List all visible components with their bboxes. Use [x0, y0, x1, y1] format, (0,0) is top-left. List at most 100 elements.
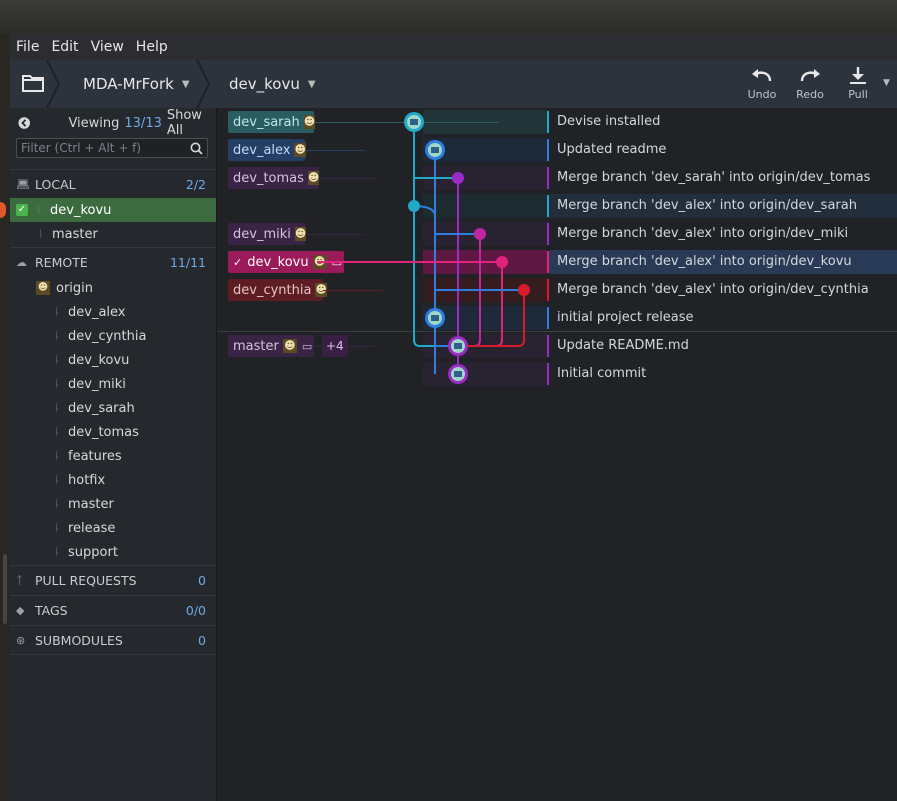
- commit-message: Merge branch 'dev_alex' into origin/dev_…: [557, 198, 857, 213]
- tags-count: 0/0: [185, 602, 206, 618]
- show-all-link[interactable]: Show All: [167, 108, 216, 138]
- remote-branch-item[interactable]: ᚿ dev_kovu: [10, 348, 216, 372]
- pull-requests-section-header[interactable]: ᛏ PULL REQUESTS 0: [10, 565, 216, 594]
- viewing-count: 13/13: [124, 115, 162, 131]
- remote-branch-item[interactable]: ᚿ dev_cynthia: [10, 324, 216, 348]
- branch-ref-label[interactable]: dev_cynthia ☻: [228, 279, 327, 301]
- ref-name: dev_cynthia: [233, 282, 312, 298]
- branch-color-bar: [547, 251, 549, 273]
- ref-name: dev_kovu: [247, 254, 309, 270]
- pull-options-chevron-icon[interactable]: ▼: [883, 78, 890, 88]
- search-icon[interactable]: [190, 142, 203, 155]
- commit-graph: Devise installed Updated readme Merge bran…: [217, 108, 897, 801]
- commit-row[interactable]: Initial commit: [217, 360, 897, 388]
- remote-branch-item[interactable]: ᚿ release: [10, 516, 216, 540]
- branch-color-bar: [547, 195, 549, 217]
- viewing-header: Viewing 13/13 Show All: [10, 108, 216, 138]
- ref-name: dev_alex: [233, 142, 291, 158]
- branch-ref-label[interactable]: master ☻ ▭: [228, 335, 314, 357]
- branch-ref-label[interactable]: ✓ dev_kovu ☻ ▭: [228, 251, 344, 273]
- branch-icon: ᚿ: [54, 354, 60, 366]
- filter-box: [16, 138, 208, 158]
- branch-ref-label[interactable]: dev_miki ☻: [228, 223, 307, 245]
- remote-branch-label: dev_cynthia: [68, 328, 147, 344]
- desktop-left-strip: [0, 34, 10, 801]
- undo-icon: [752, 69, 772, 82]
- remote-count: 11/11: [169, 254, 206, 270]
- chevron-down-icon: ▼: [307, 78, 316, 90]
- remote-branch-item[interactable]: ᚿ dev_sarah: [10, 396, 216, 420]
- remote-branch-item[interactable]: ᚿ support: [10, 540, 216, 564]
- cloud-icon: ☁: [16, 255, 27, 269]
- sidebar: Viewing 13/13 Show All 💻︎ LOCAL 2/2 ✓ ᚿ …: [10, 108, 217, 801]
- ref-connector: [323, 290, 383, 291]
- commit-row-highlight: [423, 138, 547, 162]
- commit-message: Updated readme: [557, 142, 667, 157]
- commit-row-highlight: [423, 362, 547, 386]
- branch-icon: ᚿ: [38, 228, 44, 240]
- more-refs-badge[interactable]: +4: [322, 335, 348, 357]
- local-branch-label: dev_kovu: [50, 202, 112, 218]
- filter-input[interactable]: [21, 139, 181, 157]
- local-label: LOCAL: [35, 176, 76, 192]
- commit-row[interactable]: Merge branch 'dev_alex' into origin/dev_…: [217, 192, 897, 220]
- repo-selector[interactable]: MDA-MrFork ▼: [83, 60, 190, 108]
- commit-message: Merge branch 'dev_sarah' into origin/dev…: [557, 170, 871, 185]
- tags-section-header[interactable]: ◆ TAGS 0/0: [10, 595, 216, 624]
- remote-origin[interactable]: ☻ origin: [10, 276, 216, 300]
- submodules-section-header[interactable]: ⊛ SUBMODULES 0: [10, 625, 216, 655]
- menu-file[interactable]: File: [10, 39, 45, 55]
- redo-icon: [800, 69, 820, 82]
- local-branch-dev-kovu[interactable]: ✓ ᚿ dev_kovu: [10, 198, 216, 222]
- commit-message: Initial commit: [557, 366, 647, 381]
- commit-row[interactable]: initial project release: [217, 304, 897, 332]
- open-repo-button[interactable]: [22, 74, 44, 96]
- remote-branch-item[interactable]: ᚿ master: [10, 492, 216, 516]
- submodule-icon: ⊛: [16, 633, 26, 647]
- undo-button[interactable]: Undo: [739, 64, 785, 106]
- commit-message: Update README.md: [557, 338, 689, 353]
- remote-section-header[interactable]: ☁ REMOTE 11/11: [10, 247, 216, 276]
- branch-ref-label[interactable]: dev_alex ☻: [228, 139, 306, 161]
- commit-row-highlight: [423, 166, 547, 190]
- remote-branch-item[interactable]: ᚿ hotfix: [10, 468, 216, 492]
- branch-icon: ᚿ: [54, 450, 60, 462]
- avatar: ☻: [312, 255, 327, 269]
- ref-connector: [314, 122, 499, 123]
- local-section-header[interactable]: 💻︎ LOCAL 2/2: [10, 169, 216, 198]
- branch-icon: ᚿ: [54, 522, 60, 534]
- remote-branch-item[interactable]: ᚿ features: [10, 444, 216, 468]
- remote-branch-label: hotfix: [68, 472, 106, 488]
- ref-name: dev_tomas: [233, 170, 304, 186]
- remote-branch-item[interactable]: ᚿ dev_tomas: [10, 420, 216, 444]
- menu-view[interactable]: View: [85, 39, 130, 55]
- remote-branch-label: dev_tomas: [68, 424, 139, 440]
- checkout-check-icon: ✓: [16, 204, 28, 216]
- commit-message: Devise installed: [557, 114, 661, 129]
- redo-button[interactable]: Redo: [787, 64, 833, 106]
- remote-branch-item[interactable]: ᚿ dev_alex: [10, 300, 216, 324]
- branch-selector[interactable]: dev_kovu ▼: [229, 60, 316, 108]
- back-arrow-icon[interactable]: [18, 116, 30, 130]
- menu-help[interactable]: Help: [130, 39, 174, 55]
- local-branch-master[interactable]: ᚿ master: [10, 222, 216, 246]
- breadcrumb-separator: [46, 60, 60, 108]
- remote-origin-label: origin: [56, 280, 94, 296]
- resize-handle[interactable]: [3, 554, 7, 624]
- laptop-icon: ▭: [331, 255, 343, 269]
- commit-row-highlight: [423, 222, 547, 246]
- ref-name: master: [233, 338, 279, 354]
- ref-name: dev_miki: [233, 226, 291, 242]
- commit-message: Merge branch 'dev_alex' into origin/dev_…: [557, 254, 852, 269]
- branch-icon: ᚿ: [36, 204, 42, 216]
- pull-button[interactable]: Pull: [835, 64, 881, 106]
- remote-branch-label: features: [68, 448, 122, 464]
- remote-branch-item[interactable]: ᚿ dev_miki: [10, 372, 216, 396]
- avatar: ☻: [282, 339, 297, 353]
- branch-ref-label[interactable]: dev_sarah ☻: [228, 111, 316, 133]
- branch-icon: ᚿ: [54, 330, 60, 342]
- menu-edit[interactable]: Edit: [45, 39, 84, 55]
- pull-icon: [850, 67, 866, 84]
- branch-ref-label[interactable]: dev_tomas ☻: [228, 167, 320, 189]
- remote-branch-label: dev_kovu: [68, 352, 130, 368]
